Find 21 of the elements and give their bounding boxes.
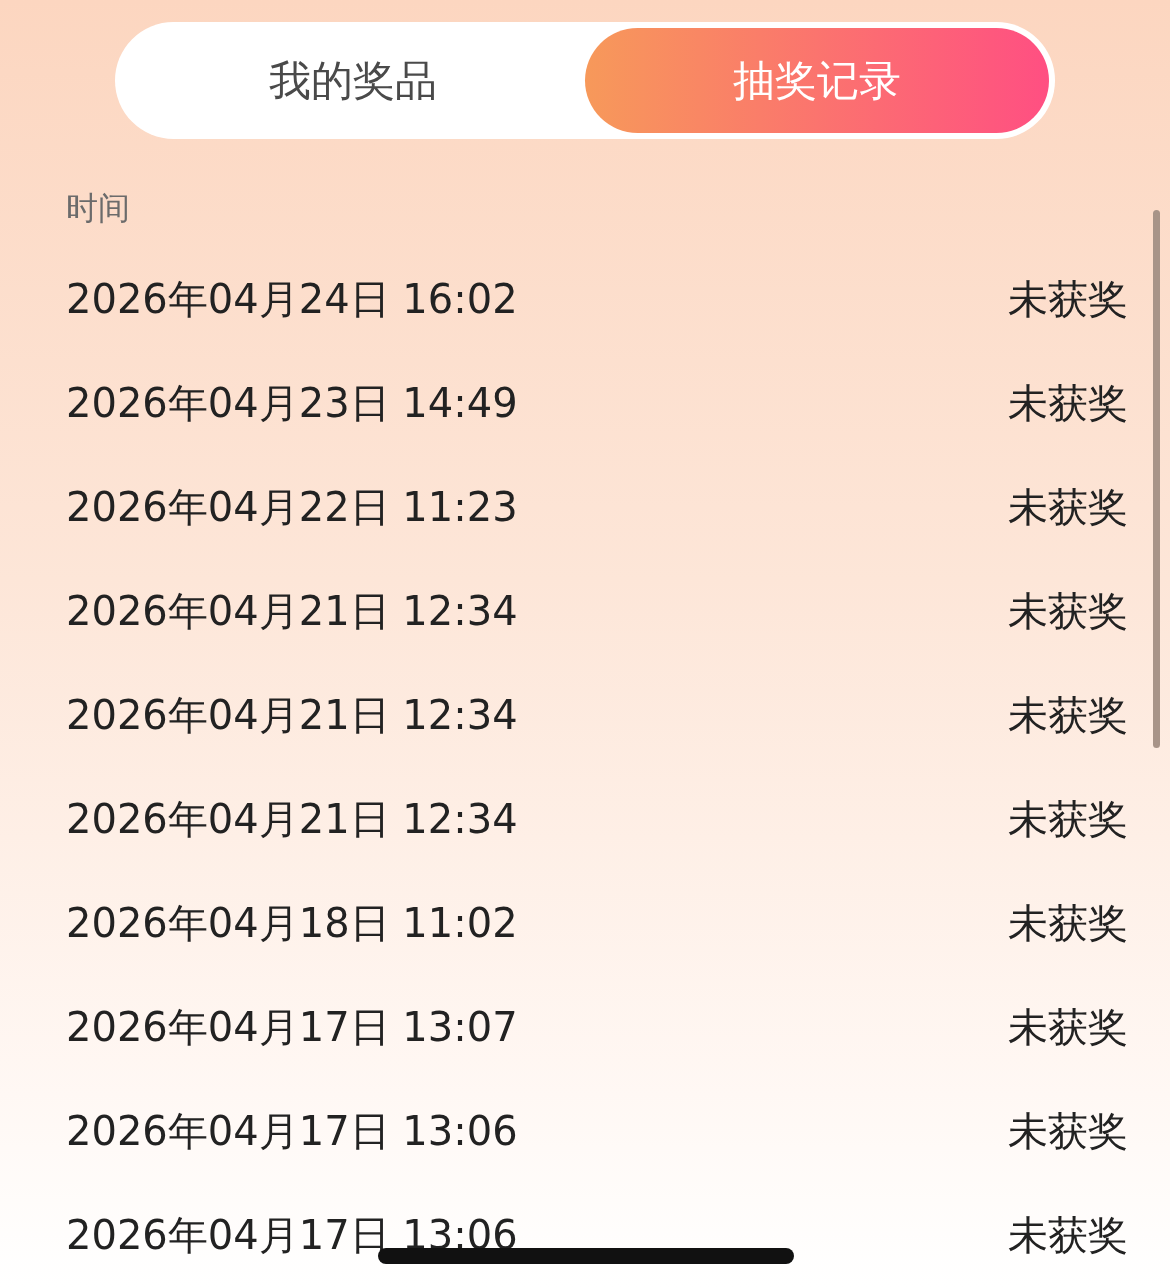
record-status: 未获奖 bbox=[1008, 898, 1128, 948]
record-time: 2026年04月17日 13:07 bbox=[66, 1002, 518, 1052]
record-status: 未获奖 bbox=[1008, 690, 1128, 740]
record-status: 未获奖 bbox=[1008, 378, 1128, 428]
record-time: 2026年04月18日 11:02 bbox=[66, 898, 518, 948]
tab[interactable]: 我的奖品 bbox=[121, 28, 585, 133]
record-status: 未获奖 bbox=[1008, 794, 1128, 844]
record-time: 2026年04月23日 14:49 bbox=[66, 378, 518, 428]
record-status: 未获奖 bbox=[1008, 1106, 1128, 1156]
record-status: 未获奖 bbox=[1008, 482, 1128, 532]
record-time: 2026年04月21日 12:34 bbox=[66, 586, 518, 636]
record-time: 2026年04月24日 16:02 bbox=[66, 274, 518, 324]
record-status: 未获奖 bbox=[1008, 1210, 1128, 1260]
record-status: 未获奖 bbox=[1008, 1002, 1128, 1052]
record-time: 2026年04月21日 12:34 bbox=[66, 794, 518, 844]
record-time: 2026年04月22日 11:23 bbox=[66, 482, 518, 532]
record-time: 2026年04月17日 13:06 bbox=[66, 1106, 518, 1156]
record-time: 2026年04月21日 12:34 bbox=[66, 690, 518, 740]
record-status: 未获奖 bbox=[1008, 586, 1128, 636]
column-header: 时间 bbox=[66, 188, 130, 229]
record-status: 未获奖 bbox=[1008, 274, 1128, 324]
